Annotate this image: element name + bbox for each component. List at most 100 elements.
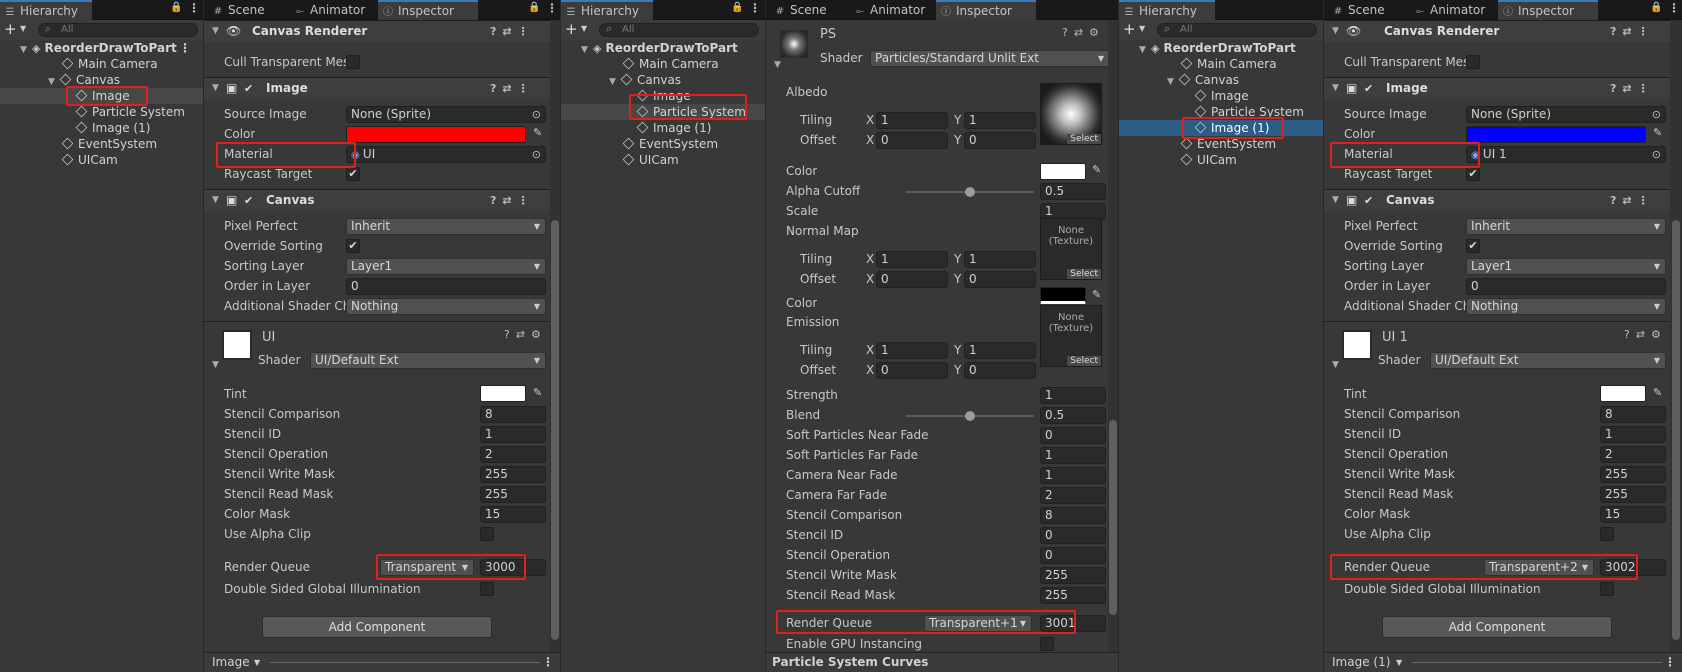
soft-far-field[interactable]: 1 [1040,447,1106,464]
chevron-down-icon[interactable]: ▼ [20,24,26,33]
sorting-layer-dropdown[interactable]: Layer1 ▼ [1466,258,1666,275]
eyedropper-icon[interactable]: ✎ [1092,163,1101,176]
color-swatch[interactable] [346,126,526,143]
hierarchy-item-main-camera[interactable]: Main Camera [1119,56,1323,72]
component-tools-icons[interactable]: ?⇄⋮ [1610,21,1655,42]
drag-handle[interactable] [270,662,540,663]
color-mask-field[interactable]: 15 [480,506,546,523]
select-button[interactable]: Select [1067,356,1101,366]
tab-scene[interactable]: # Scene [208,0,265,20]
stencil-write-field[interactable]: 255 [480,466,546,483]
hierarchy-item-image1[interactable]: Image (1) [0,120,203,136]
tiling-y-field[interactable]: 1 [964,112,1036,129]
chevron-down-icon[interactable]: ▼ [581,24,587,33]
dsgi-checkbox[interactable] [480,582,494,596]
chevron-down-icon[interactable]: ▼ [1139,24,1145,33]
search-input[interactable]: ⌕ All [599,23,759,37]
collapse-icon[interactable]: ▼ [1332,21,1339,42]
eyedropper-icon[interactable]: ✎ [533,386,542,399]
color-swatch[interactable] [1040,163,1086,180]
enabled-checkbox[interactable]: ✔ [244,190,253,211]
offset-y-field[interactable]: 0 [964,132,1036,149]
shader-channels-dropdown[interactable]: Nothing ▼ [1466,298,1666,315]
color-swatch[interactable] [1466,126,1646,143]
preview-bar-3[interactable]: Image (1) ▼ ⋮ [1324,652,1682,672]
material-tools-icons[interactable]: ?⇄⚙ [1624,328,1667,341]
enabled-checkbox[interactable]: ✔ [1364,78,1373,99]
raycast-checkbox[interactable]: ✔ [346,167,360,181]
shader-dropdown[interactable]: Particles/Standard Unlit Ext ▼ [870,50,1110,67]
stencil-operation-field[interactable]: 2 [480,446,546,463]
hierarchy-item-canvas[interactable]: ▼ Canvas [1119,72,1323,88]
collapse-icon[interactable]: ▼ [1332,360,1339,370]
hierarchy-item-eventsystem[interactable]: EventSystem [0,136,203,152]
tab-hierarchy[interactable]: ☰ Hierarchy [561,0,653,20]
hierarchy-root[interactable]: ▼ ◈ ReorderDrawToPart ⋮ [0,40,203,56]
source-image-field[interactable]: None (Sprite) ⊙ [346,106,546,123]
lock-icon[interactable]: 🔒 [170,2,182,13]
canvas-renderer-header[interactable]: ▼ 👁 Canvas Renderer ?⇄⋮ [1324,20,1670,42]
hierarchy-item-particle-system[interactable]: Particle System [0,104,203,120]
alpha-clip-checkbox[interactable] [1600,527,1614,541]
eyedropper-icon[interactable]: ✎ [1653,126,1662,139]
source-image-field[interactable]: None (Sprite) ⊙ [1466,106,1666,123]
soft-near-field[interactable]: 0 [1040,427,1106,444]
tiling-x-field[interactable]: 1 [876,112,948,129]
lock-icon[interactable]: 🔒 [731,2,743,13]
eyedropper-icon[interactable]: ✎ [533,126,542,139]
blend-field[interactable]: 0.5 [1040,407,1106,424]
object-picker-icon[interactable]: ⊙ [1652,147,1661,162]
component-tools-icons[interactable]: ?⇄⋮ [1610,190,1655,211]
color-mask-field[interactable]: 15 [1600,506,1666,523]
nm-offset-y-field[interactable]: 0 [964,271,1036,288]
hierarchy-item-main-camera[interactable]: Main Camera [561,56,765,72]
offset-x-field[interactable]: 0 [876,132,948,149]
preview-bar-2[interactable]: Particle System Curves [766,652,1118,672]
add-icon[interactable]: + [1123,21,1136,37]
hierarchy-item-uicam[interactable]: UICam [561,152,765,168]
sorting-layer-dropdown[interactable]: Layer1 ▼ [346,258,546,275]
stencil-write-field[interactable]: 255 [1600,466,1666,483]
kebab-menu-icon[interactable]: ⋮ [188,1,200,15]
hierarchy-item-image1[interactable]: Image (1) [561,120,765,136]
scrollbar-thumb[interactable] [1672,220,1680,640]
tab-animator[interactable]: ⟜ Animator [1410,0,1485,20]
stencil-id-field[interactable]: 1 [480,426,546,443]
drag-handle[interactable] [1412,662,1662,663]
select-button[interactable]: Select [1067,269,1101,279]
nm-tiling-y-field[interactable]: 1 [964,251,1036,268]
shader-channels-dropdown[interactable]: Nothing ▼ [346,298,546,315]
stencil-comparison-field[interactable]: 8 [1040,507,1106,524]
override-sorting-checkbox[interactable]: ✔ [1466,239,1480,253]
strength-field[interactable]: 1 [1040,387,1106,404]
eyedropper-icon[interactable]: ✎ [1653,386,1662,399]
alpha-cutoff-field[interactable]: 0.5 [1040,183,1106,200]
emission-texture-slot[interactable]: None (Texture) Select [1040,305,1102,367]
object-picker-icon[interactable]: ⊙ [1652,107,1661,122]
raycast-checkbox[interactable]: ✔ [1466,167,1480,181]
hierarchy-item-image[interactable]: Image [1119,88,1323,104]
search-input[interactable]: ⌕ All [38,23,198,37]
component-tools-icons[interactable]: ?⇄⋮ [490,78,535,99]
stencil-read-field[interactable]: 255 [480,486,546,503]
search-input[interactable]: ⌕ All [1157,23,1317,37]
tab-hierarchy[interactable]: ☰ Hierarchy [0,0,92,20]
tab-animator[interactable]: ⟜ Animator [850,0,925,20]
stencil-operation-field[interactable]: 0 [1040,547,1106,564]
tab-scene[interactable]: # Scene [1328,0,1385,20]
hierarchy-item-eventsystem[interactable]: EventSystem [561,136,765,152]
emission-color-swatch[interactable] [1040,287,1086,304]
hierarchy-root[interactable]: ▼ ◈ ReorderDrawToPart [561,40,765,56]
stencil-comparison-field[interactable]: 8 [480,406,546,423]
object-picker-icon[interactable]: ⊙ [532,107,541,122]
kebab-menu-icon[interactable]: ⋮ [542,653,554,672]
camera-far-field[interactable]: 2 [1040,487,1106,504]
scrollbar-thumb[interactable] [1109,420,1117,615]
kebab-menu-icon[interactable]: ⋮ [749,1,761,15]
hierarchy-root[interactable]: ▼ ◈ ReorderDrawToPart [1119,40,1323,56]
tint-swatch[interactable] [480,385,526,402]
shader-dropdown[interactable]: UI/Default Ext ▼ [310,352,546,369]
collapse-icon[interactable]: ▼ [1332,190,1339,211]
material-field[interactable]: ◉ UI ⊙ [346,146,546,163]
scrollbar[interactable] [1108,20,1118,652]
